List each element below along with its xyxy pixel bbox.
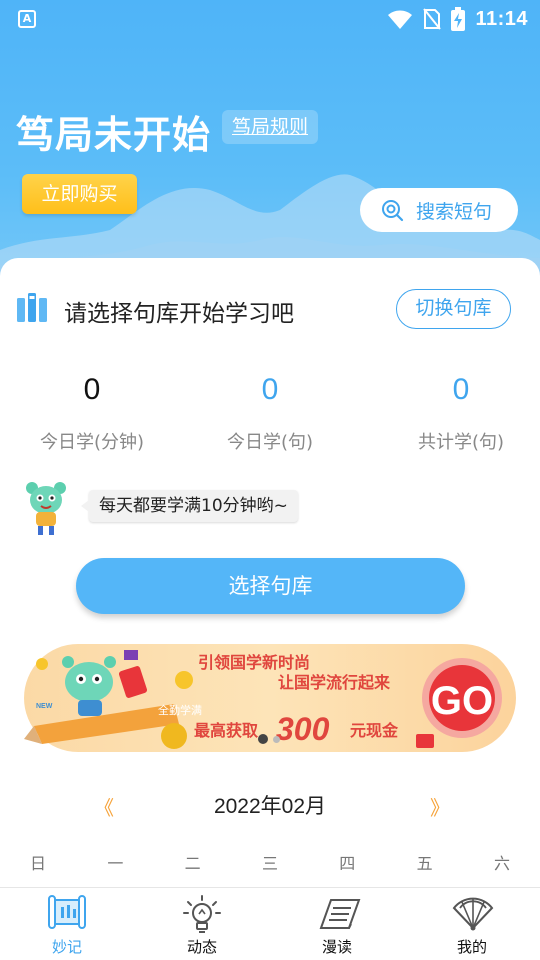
tab-dongtai[interactable]: 动态 [147, 888, 257, 960]
stat-value: 0 [83, 373, 101, 406]
banner-amount: 300 [276, 711, 330, 747]
weekday-label: 四 [339, 854, 356, 873]
search-icon [382, 200, 404, 222]
tab-wode[interactable]: 我的 [417, 888, 527, 960]
buy-now-button[interactable]: 立即购买 [22, 174, 137, 214]
clock: 11:14 [475, 7, 528, 30]
mascot-icon [26, 482, 66, 535]
main-card: 请选择句库开始学习吧 切换句库 0 今日学(分钟) 0 今日学(句) 0 共计学… [0, 258, 540, 960]
carousel-dot-active [258, 734, 268, 744]
carousel-dot [273, 736, 280, 743]
weekday-label: 二 [184, 854, 201, 873]
book-open-icon [48, 895, 86, 929]
weekday-row: 日 一 二 三 四 五 六 [8, 850, 532, 874]
calendar-header: 《 2022年02月 》 [0, 790, 540, 820]
stat-value: 0 [261, 373, 279, 406]
weekday-label: 六 [493, 854, 510, 873]
rules-link[interactable]: 笃局规则 [222, 110, 319, 144]
weekday-label: 三 [261, 854, 278, 873]
page-title: 笃局未开始 [16, 113, 212, 157]
status-bar: A 11:14 [0, 0, 540, 38]
tab-label: 漫读 [321, 938, 352, 956]
tab-label: 妙记 [51, 938, 82, 956]
stat-label: 共计学(句) [417, 432, 505, 453]
stat-label: 今日学(分钟) [39, 432, 145, 453]
reading-book-icon [319, 899, 361, 929]
tab-label: 我的 [456, 938, 487, 956]
no-sim-icon [423, 8, 442, 30]
weekday-label: 五 [416, 854, 433, 873]
library-icon [17, 293, 47, 322]
search-button-label: 搜索短句 [416, 200, 493, 223]
status-indicators: 11:14 [387, 6, 528, 32]
next-month-button[interactable]: 》 [430, 792, 450, 821]
library-prompt: 请选择句库开始学习吧 [64, 301, 294, 327]
fan-icon [452, 897, 494, 931]
banner-suffix: 元现金 [350, 721, 399, 740]
notification-icon: A [18, 10, 36, 28]
promo-banner[interactable]: NEW 引领国学新时尚 让国学流行起来 全勤学满 最高获取 300 元现金 GO [24, 644, 516, 752]
banner-tag: 全勤学满 [158, 703, 202, 717]
weekday-label: 一 [107, 854, 124, 873]
switch-library-button[interactable]: 切换句库 [396, 289, 511, 329]
stat-today-sentences: 0 今日学(句) [180, 372, 360, 454]
stat-today-minutes: 0 今日学(分钟) [2, 372, 182, 454]
tip-bubble: 每天都要学满10分钟哟~ [81, 490, 298, 522]
lightbulb-icon [183, 895, 221, 933]
banner-prefix: 最高获取 [194, 721, 258, 740]
stat-value: 0 [452, 373, 470, 406]
banner-line1: 引领国学新时尚 [198, 653, 310, 672]
bottom-tab-bar: 妙记 动态 漫读 我的 [0, 887, 540, 960]
stat-total-sentences: 0 共计学(句) [371, 372, 540, 454]
select-library-button[interactable]: 选择句库 [76, 558, 465, 614]
tab-mandu[interactable]: 漫读 [282, 888, 392, 960]
header-banner: A 11:14 笃局未开始 笃局规则 立即购买 搜索短句 [0, 0, 540, 290]
wifi-icon [388, 10, 413, 29]
weekday-label: 日 [29, 854, 46, 873]
stat-label: 今日学(句) [226, 432, 314, 453]
banner-go: GO [431, 679, 493, 723]
banner-badge: NEW [36, 703, 53, 710]
battery-charging-icon [451, 7, 466, 31]
banner-line2: 让国学流行起来 [278, 673, 391, 692]
tab-label: 动态 [186, 938, 217, 956]
calendar-month: 2022年02月 [213, 795, 327, 818]
search-sentence-button[interactable]: 搜索短句 [360, 188, 518, 232]
tab-miaoji[interactable]: 妙记 [12, 888, 122, 960]
